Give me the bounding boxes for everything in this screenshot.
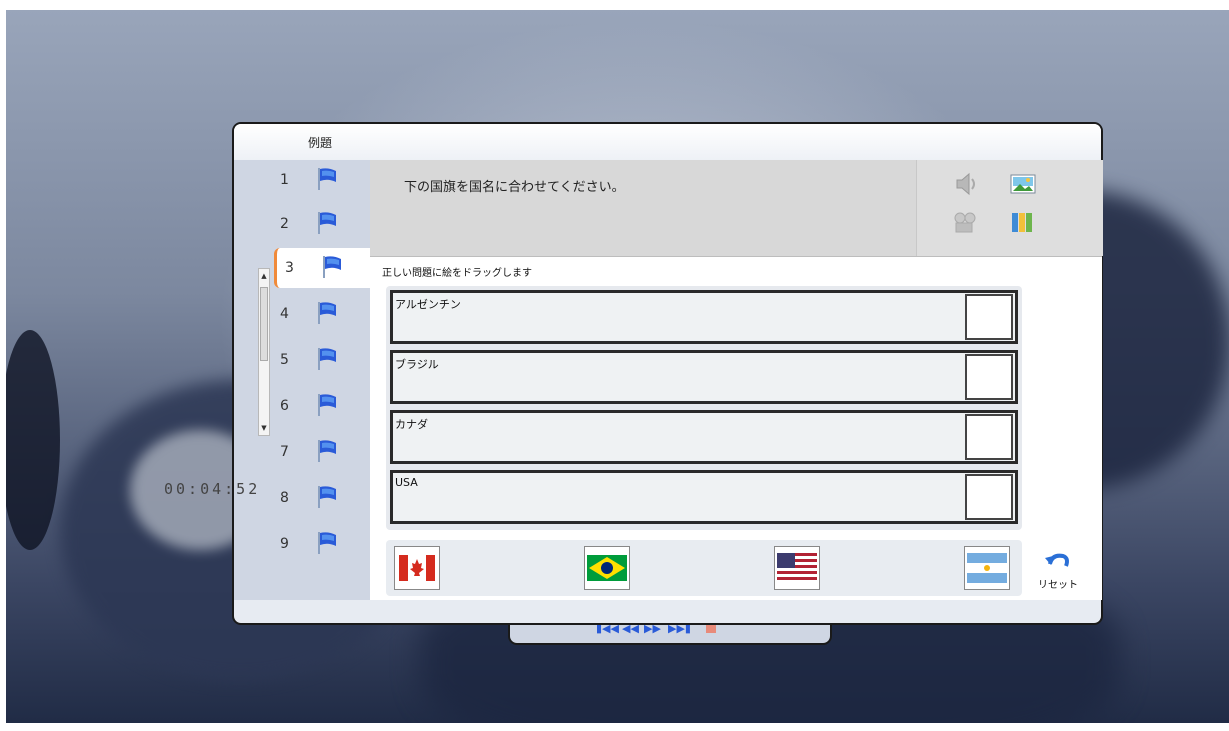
flag-icon (318, 168, 336, 190)
answer-row-usa: USA (390, 470, 1018, 524)
drop-target[interactable] (965, 414, 1013, 460)
reset-label: リセット (1038, 580, 1078, 591)
nav-scrollbar[interactable]: ▲ ▼ (258, 268, 270, 436)
nav-item-number: 9 (280, 536, 289, 552)
nav-item-number: 5 (280, 352, 289, 368)
answer-label: カナダ (395, 418, 428, 431)
question-text: 下の国旗を国名に合わせてください。 (404, 180, 625, 195)
answer-label: USA (395, 476, 418, 489)
answer-row-argentina: アルゼンチン (390, 290, 1018, 344)
drop-target[interactable] (965, 294, 1013, 340)
bottom-border (0, 723, 1229, 731)
scroll-up-icon[interactable]: ▲ (259, 269, 269, 283)
scroll-down-icon[interactable]: ▼ (259, 421, 269, 435)
flag-icon (318, 212, 336, 234)
nav-item-number: 6 (280, 398, 289, 414)
nav-item-8[interactable]: 8 (272, 478, 370, 518)
speaker-icon[interactable] (951, 172, 979, 196)
answer-label: アルゼンチン (395, 298, 461, 311)
flag-icon (318, 348, 336, 370)
top-border (0, 0, 1229, 10)
flag-icon (323, 256, 341, 278)
nav-item-number: 7 (280, 444, 289, 460)
media-tools (916, 160, 1103, 256)
answer-row-brazil: ブラジル (390, 350, 1018, 404)
flag-icon (318, 486, 336, 508)
question-nav: ▲ ▼ 1 2 3 4 5 6 7 8 9 (234, 160, 375, 600)
app-window: 例題 ▲ ▼ 1 2 3 4 5 6 7 8 9 下の国旗を国名に合わせてください。 正しい問題… (232, 122, 1103, 625)
answer-list: アルゼンチン ブラジル カナダ USA (386, 286, 1022, 530)
main-panel: 下の国旗を国名に合わせてください。 正しい問題に絵をドラッグします アルゼンチン… (370, 160, 1103, 600)
flag-tray (386, 540, 1022, 596)
answer-row-canada: カナダ (390, 410, 1018, 464)
drop-target[interactable] (965, 354, 1013, 400)
nav-item-number: 3 (285, 260, 294, 276)
flag-icon (318, 532, 336, 554)
nav-item-7[interactable]: 7 (272, 432, 370, 472)
timer: 00:04:52 (164, 480, 261, 498)
flag-icon (318, 302, 336, 324)
usa-flag[interactable] (774, 546, 820, 590)
nav-item-4[interactable]: 4 (272, 294, 370, 334)
brazil-flag[interactable] (584, 546, 630, 590)
nav-item-2[interactable]: 2 (272, 204, 370, 244)
nav-item-3[interactable]: 3 (274, 248, 375, 288)
canada-flag[interactable] (394, 546, 440, 590)
book-icon[interactable] (1009, 210, 1037, 234)
scroll-thumb[interactable] (260, 287, 268, 361)
nav-item-number: 1 (280, 172, 289, 188)
nav-item-number: 8 (280, 490, 289, 506)
nav-item-6[interactable]: 6 (272, 386, 370, 426)
nav-item-9[interactable]: 9 (272, 524, 370, 564)
reset-button[interactable]: リセット (1034, 546, 1084, 594)
flag-icon (318, 394, 336, 416)
picture-icon[interactable] (1009, 172, 1037, 196)
left-border (0, 0, 6, 731)
argentina-flag[interactable] (964, 546, 1010, 590)
instruction-text: 正しい問題に絵をドラッグします (382, 268, 532, 279)
window-title: 例題 (308, 136, 333, 150)
undo-icon (1045, 553, 1069, 567)
drop-target[interactable] (965, 474, 1013, 520)
nav-item-number: 2 (280, 216, 289, 232)
film-icon[interactable] (951, 210, 979, 234)
nav-item-5[interactable]: 5 (272, 340, 370, 380)
question-area: 下の国旗を国名に合わせてください。 (370, 160, 1103, 257)
title-bar: 例題 (234, 124, 1101, 160)
nav-item-1[interactable]: 1 (272, 160, 370, 200)
answer-label: ブラジル (395, 358, 439, 371)
flag-icon (318, 440, 336, 462)
nav-item-number: 4 (280, 306, 289, 322)
